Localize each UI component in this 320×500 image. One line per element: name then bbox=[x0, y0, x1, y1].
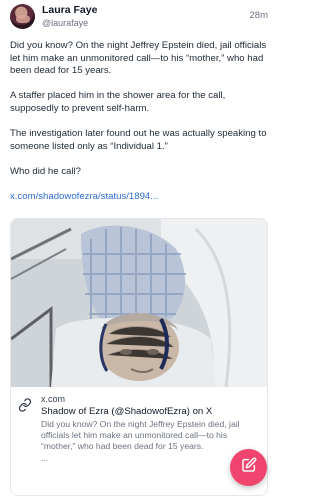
preview-photo bbox=[11, 219, 267, 387]
link-preview-image[interactable] bbox=[11, 219, 267, 387]
author-handle[interactable]: @laurafaye bbox=[42, 18, 88, 28]
post-header: Laura Faye @laurafaye 28m bbox=[10, 4, 268, 32]
post: Laura Faye @laurafaye 28m Did you know? … bbox=[0, 0, 278, 500]
avatar[interactable] bbox=[10, 4, 35, 29]
link-preview-description-text: Did you know? On the night Jeffrey Epste… bbox=[41, 419, 240, 452]
link-preview-title[interactable]: Shadow of Ezra (@ShadowofEzra) on X bbox=[41, 406, 263, 417]
post-paragraph: Did you know? On the night Jeffrey Epste… bbox=[10, 40, 267, 77]
compose-icon bbox=[241, 457, 257, 478]
link-preview-description: Did you know? On the night Jeffrey Epste… bbox=[41, 419, 256, 464]
post-paragraph: A staffer placed him in the shower area … bbox=[10, 90, 226, 114]
compose-button[interactable] bbox=[230, 449, 267, 486]
post-link[interactable]: x.com/shadowofezra/status/1894... bbox=[10, 191, 272, 204]
post-paragraph: The investigation later found out he was… bbox=[10, 127, 267, 152]
post-timestamp: 28m bbox=[249, 10, 268, 21]
post-paragraph: Who did he call? bbox=[10, 165, 81, 177]
author-name[interactable]: Laura Faye bbox=[42, 4, 97, 16]
link-preview-ellipsis: ... bbox=[41, 452, 49, 463]
link-icon bbox=[18, 398, 32, 412]
link-preview-card[interactable]: x.com Shadow of Ezra (@ShadowofEzra) on … bbox=[10, 218, 268, 496]
link-preview-meta: x.com Shadow of Ezra (@ShadowofEzra) on … bbox=[11, 388, 267, 495]
link-domain: x.com bbox=[41, 394, 66, 404]
post-body: Did you know? On the night Jeffrey Epste… bbox=[10, 40, 272, 203]
